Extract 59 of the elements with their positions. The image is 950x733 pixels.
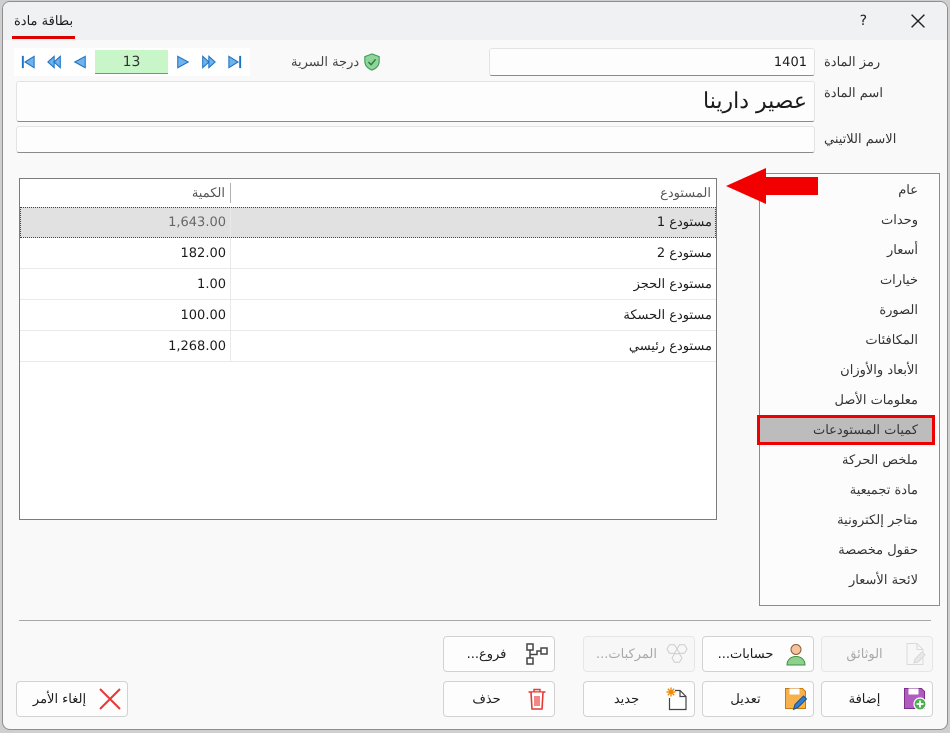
new-button[interactable]: جديد [583,681,695,717]
page-star-icon [665,687,689,711]
table-cell: 182.00 [20,238,231,268]
add-button[interactable]: إضافة [821,681,933,717]
sidebar-item[interactable]: المكافئات [862,325,935,355]
field-label: اسم المادة [824,86,883,101]
table-cell: 100.00 [20,300,231,330]
cancel-button[interactable]: إلغاء الأمر [16,681,128,717]
sidebar-item[interactable]: وحدات [878,205,935,235]
delete-button[interactable]: حذف [443,681,555,717]
close-icon [911,14,925,28]
close-button[interactable] [911,14,925,28]
table-cell-text: مستودع الحسكة [622,306,713,324]
floppy-plus-icon [903,687,927,711]
table-cell-text: مستودع 1 [656,214,713,232]
sidebar-item[interactable]: معلومات الأصل [832,385,935,415]
accounts-button[interactable]: حسابات... [702,636,814,672]
latin-name-field[interactable] [16,126,815,153]
sidebar-item[interactable]: الصورة [876,295,935,325]
sidebar-item[interactable]: مادة تجميعية [846,475,935,505]
cross-icon [98,687,122,711]
table-cell: 1.00 [20,269,231,299]
sidebar-item[interactable]: خيارات [876,265,935,295]
double-right-arrow-icon [202,55,216,69]
sidebar-item[interactable]: كميات المستودعات [757,415,935,445]
dialog-title: بطاقة مادة [12,13,76,39]
sidebar-item[interactable]: ملخص الحركة [838,445,935,475]
skip-forward-icon [228,55,242,69]
record-number-field[interactable]: 13 [95,50,168,74]
skip-back-icon [21,55,35,69]
shield-check-icon [363,52,382,72]
table-cell: 1,643.00 [20,207,231,237]
floppy-pencil-icon [784,687,808,711]
sidebar-item[interactable]: متاجر إلكترونية [834,505,935,535]
sidebar-item[interactable]: لائحة الأسعار [846,565,935,595]
code-field[interactable]: 1401 [489,48,815,76]
edit-button[interactable]: تعديل [702,681,814,717]
name-field[interactable]: عصير دارينا [16,81,815,122]
column-header[interactable]: الكمية [20,183,231,203]
column-header[interactable]: المستودع [231,186,716,200]
double-left-arrow-icon [47,55,61,69]
table-cell-text: مستودع الحجز [632,276,713,294]
field-label: الاسم اللاتيني [824,132,896,147]
left-triangle-icon [73,55,87,69]
help-button[interactable]: ? [860,13,867,29]
table-cell: 1,268.00 [20,331,231,361]
hexagons-icon [665,642,689,666]
security-label: درجة السرية [291,54,360,70]
branch-diagram-icon [525,642,549,666]
sidebar-item[interactable]: أسعار [884,235,935,265]
sidebar-item[interactable]: الأبعاد والأوزان [837,355,935,385]
sidebar-item[interactable]: حقول مخصصة [835,535,935,565]
table-cell-text: مستودع رئيسي [628,338,713,356]
branches-button[interactable]: فروع... [443,636,555,672]
field-label: رمز المادة [824,54,880,70]
table-cell-text: مستودع 2 [656,244,713,262]
person-icon [784,642,808,666]
right-triangle-icon [176,55,190,69]
sidebar-item[interactable]: عام [895,175,935,205]
